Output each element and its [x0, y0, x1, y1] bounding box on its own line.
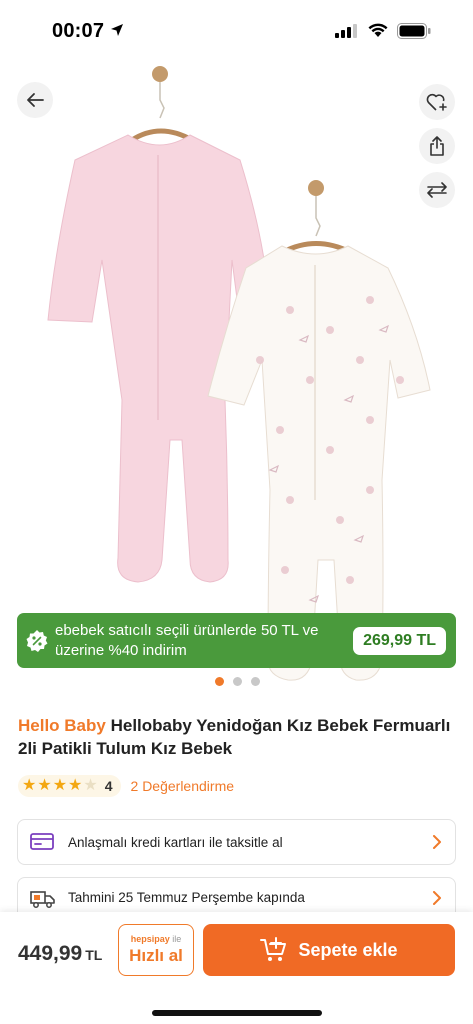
- wifi-icon: [368, 23, 388, 37]
- rating-count: 4: [104, 778, 113, 794]
- discount-badge-icon: [26, 629, 48, 652]
- status-time: 00:07: [52, 20, 105, 42]
- add-to-favorites-button[interactable]: [419, 84, 455, 120]
- pagination-dot-active[interactable]: [215, 677, 224, 686]
- promo-price: 269,99 TL: [353, 626, 446, 655]
- star-empty-icon: ★: [83, 777, 98, 794]
- arrow-left-icon: [27, 93, 44, 107]
- rating-stars: ★ ★ ★ ★ ★ 4: [18, 775, 121, 797]
- product-image-gallery[interactable]: [0, 60, 473, 690]
- compare-button[interactable]: [419, 172, 455, 208]
- location-arrow-icon: [111, 24, 123, 36]
- quick-buy-label: Hızlı al: [129, 945, 183, 965]
- product-title: Hello Baby Hellobaby Yenidoğan Kız Bebek…: [18, 714, 458, 760]
- star-icon: ★: [68, 777, 83, 794]
- product-photo: [47, 66, 431, 681]
- rating-row[interactable]: ★ ★ ★ ★ ★ 4 2 Değerlendirme: [18, 775, 234, 797]
- installment-text: Anlaşmalı kredi kartları ile taksitle al: [68, 834, 283, 850]
- heart-plus-icon: [426, 93, 447, 111]
- promo-banner[interactable]: ebebek satıcılı seçili ürünlerde 50 TL v…: [17, 613, 456, 668]
- pagination-dot[interactable]: [251, 677, 260, 686]
- delivery-row[interactable]: Tahmini 25 Temmuz Perşembe kapında: [17, 877, 456, 917]
- share-icon: [430, 136, 444, 156]
- promo-text: ebebek satıcılı seçili ürünlerde 50 TL v…: [55, 621, 319, 659]
- delivery-truck-icon: [30, 890, 55, 908]
- price-currency: TL: [85, 947, 103, 963]
- hepsipay-label: hepsipay ile: [131, 934, 182, 945]
- reviews-link[interactable]: 2 Değerlendirme: [131, 778, 235, 794]
- home-indicator[interactable]: [152, 1010, 322, 1016]
- add-to-cart-button[interactable]: Sepete ekle: [203, 924, 455, 976]
- brand-link[interactable]: Hello Baby: [18, 716, 106, 735]
- delivery-text: Tahmini 25 Temmuz Perşembe kapında: [68, 890, 305, 905]
- add-to-cart-label: Sepete ekle: [298, 939, 398, 960]
- chevron-right-icon: [433, 835, 441, 849]
- status-bar: 00:07: [0, 0, 473, 60]
- quick-buy-button[interactable]: hepsipay ile Hızlı al: [118, 924, 194, 976]
- price-value: 449,99: [18, 942, 83, 965]
- star-icon: ★: [37, 777, 52, 794]
- image-pagination: [215, 677, 260, 686]
- star-icon: ★: [22, 777, 37, 794]
- cellular-signal-icon: [335, 24, 357, 38]
- bottom-action-bar: 449,99 TL hepsipay ile Hızlı al Sepete ek…: [0, 912, 473, 1024]
- hepsipay-suffix: ile: [172, 933, 182, 944]
- battery-icon: [397, 23, 431, 39]
- chevron-right-icon: [433, 890, 441, 905]
- compare-arrows-icon: [427, 182, 447, 198]
- star-icon: ★: [52, 777, 68, 794]
- cart-plus-icon: [260, 937, 287, 961]
- installment-row[interactable]: Anlaşmalı kredi kartları ile taksitle al: [17, 819, 456, 865]
- share-button[interactable]: [419, 128, 455, 164]
- pagination-dot[interactable]: [233, 677, 242, 686]
- credit-card-icon: [30, 833, 54, 850]
- price: 449,99 TL: [18, 942, 102, 966]
- back-button[interactable]: [17, 82, 53, 118]
- hepsipay-logo: hepsipay: [130, 933, 170, 944]
